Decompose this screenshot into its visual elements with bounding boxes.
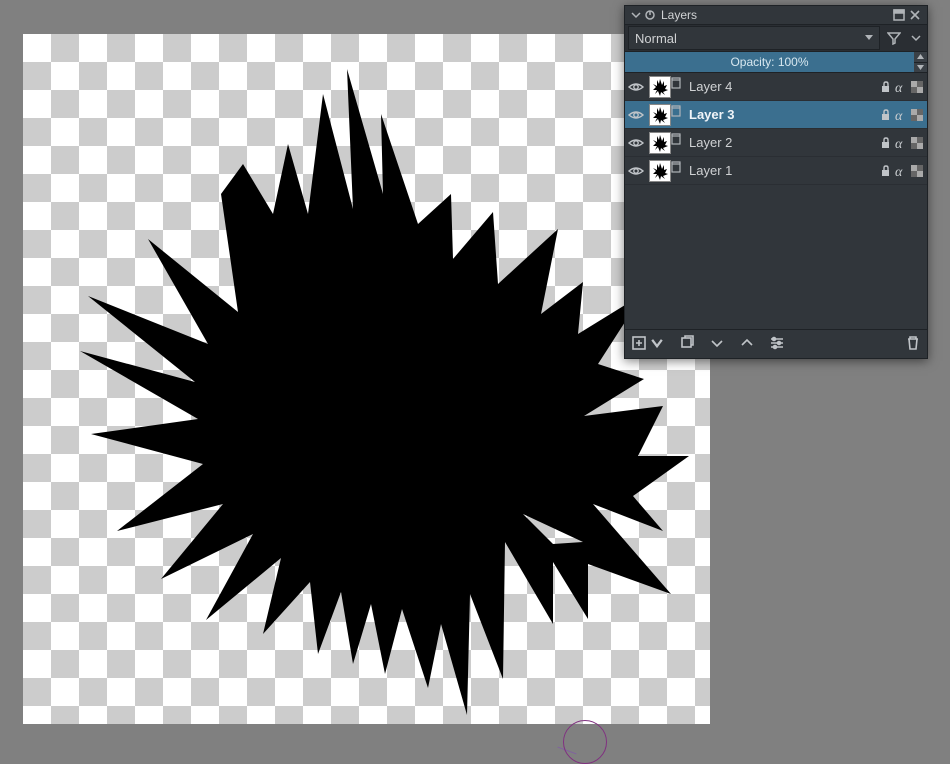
- close-icon[interactable]: [909, 9, 921, 21]
- delete-layer-button[interactable]: [905, 335, 921, 354]
- lock-icon: [644, 9, 656, 21]
- spin-down-icon: [914, 63, 927, 73]
- mask-indicator-icon[interactable]: [671, 133, 681, 145]
- layer-thumbnail[interactable]: [649, 160, 671, 182]
- mask-indicator-icon[interactable]: [671, 105, 681, 117]
- panel-titlebar[interactable]: Layers: [625, 6, 927, 24]
- inherit-alpha-icon[interactable]: [909, 107, 925, 123]
- layer-thumbnail[interactable]: [649, 132, 671, 154]
- spin-up-icon: [914, 52, 927, 63]
- layer-row[interactable]: Layer 3 α: [625, 101, 927, 129]
- opacity-label: Opacity: 100%: [730, 55, 808, 69]
- move-up-button[interactable]: [739, 335, 755, 354]
- layers-panel: Layers Normal Opacity: 100% Layer 4αLaye…: [624, 5, 928, 359]
- panel-menu-button[interactable]: [907, 27, 925, 49]
- blend-mode-row: Normal: [625, 24, 927, 51]
- lock-indicator-icon[interactable]: [877, 79, 893, 95]
- opacity-slider[interactable]: Opacity: 100%: [625, 51, 927, 73]
- layer-name[interactable]: Layer 4: [689, 79, 877, 94]
- move-down-button[interactable]: [709, 335, 725, 354]
- alpha-indicator-icon[interactable]: α: [893, 107, 909, 123]
- layers-toolbar: [625, 329, 927, 358]
- visibility-toggle[interactable]: [625, 157, 647, 184]
- canvas-viewport[interactable]: [23, 34, 710, 724]
- layer-thumbnail[interactable]: [649, 76, 671, 98]
- alpha-indicator-icon[interactable]: α: [893, 135, 909, 151]
- add-layer-menu-icon[interactable]: [649, 335, 665, 354]
- mask-indicator-icon[interactable]: [671, 77, 681, 89]
- inherit-alpha-icon[interactable]: [909, 79, 925, 95]
- layers-empty-area[interactable]: [625, 185, 927, 329]
- float-icon[interactable]: [893, 9, 905, 21]
- canvas-artwork: [23, 34, 710, 724]
- add-layer-button[interactable]: [631, 335, 647, 354]
- alpha-indicator-icon[interactable]: α: [893, 79, 909, 95]
- layer-name[interactable]: Layer 3: [689, 107, 877, 122]
- svg-text:α: α: [895, 137, 903, 150]
- panel-title: Layers: [661, 8, 697, 22]
- mask-indicator-icon[interactable]: [671, 161, 681, 173]
- chevron-down-icon: [865, 35, 873, 40]
- inherit-alpha-icon[interactable]: [909, 135, 925, 151]
- layer-thumbnail[interactable]: [649, 104, 671, 126]
- lock-indicator-icon[interactable]: [877, 135, 893, 151]
- lock-indicator-icon[interactable]: [877, 163, 893, 179]
- svg-text:α: α: [895, 109, 903, 122]
- svg-text:α: α: [895, 81, 903, 94]
- layer-row[interactable]: Layer 2 α: [625, 129, 927, 157]
- properties-button[interactable]: [769, 335, 785, 354]
- duplicate-layer-button[interactable]: [679, 335, 695, 354]
- alpha-indicator-icon[interactable]: α: [893, 163, 909, 179]
- visibility-toggle[interactable]: [625, 101, 647, 128]
- brush-cursor: [563, 720, 607, 764]
- svg-text:α: α: [895, 165, 903, 178]
- filter-button[interactable]: [885, 27, 903, 49]
- blend-mode-value: Normal: [635, 31, 677, 46]
- blend-mode-select[interactable]: Normal: [628, 26, 880, 50]
- visibility-toggle[interactable]: [625, 73, 647, 100]
- inherit-alpha-icon[interactable]: [909, 163, 925, 179]
- layers-list[interactable]: Layer 4 α Layer 3 α Layer 2 α Layer 1 α: [625, 73, 927, 185]
- lock-indicator-icon[interactable]: [877, 107, 893, 123]
- layer-name[interactable]: Layer 2: [689, 135, 877, 150]
- layer-name[interactable]: Layer 1: [689, 163, 877, 178]
- visibility-toggle[interactable]: [625, 129, 647, 156]
- collapse-icon: [630, 9, 642, 21]
- opacity-spinner[interactable]: [914, 52, 927, 72]
- layer-row[interactable]: Layer 4 α: [625, 73, 927, 101]
- layer-row[interactable]: Layer 1 α: [625, 157, 927, 185]
- brush-direction-line: [557, 747, 576, 755]
